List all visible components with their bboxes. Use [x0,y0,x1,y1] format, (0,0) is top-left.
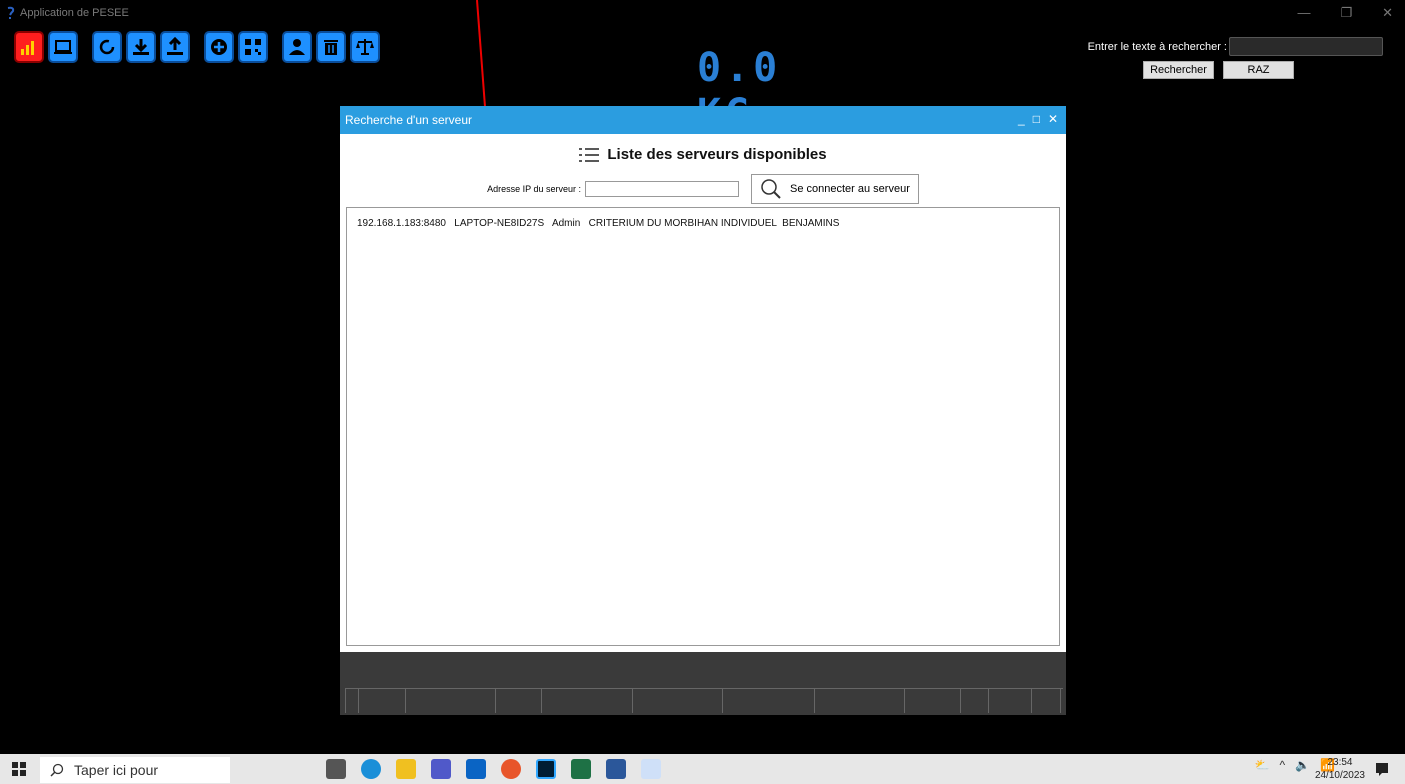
taskbar: Taper ici pour ⛅ ^ 🔈 📶 23:54 24/10/2023 [0,754,1405,784]
dialog-minimize-icon[interactable]: _ [1018,112,1025,126]
refresh-button[interactable] [92,31,122,63]
firefox-icon[interactable] [501,759,521,779]
trash-button[interactable] [316,31,346,63]
reset-button[interactable]: RAZ [1223,61,1294,79]
taskbar-search[interactable]: Taper ici pour [40,757,230,783]
dialog-footer [340,652,1066,715]
taskbar-search-placeholder: Taper ici pour [74,762,159,778]
word-icon[interactable] [606,759,626,779]
app-title: Application de PESEE [20,6,129,19]
teams-icon[interactable] [431,759,451,779]
toolbar [14,31,390,63]
upload-button[interactable] [160,31,190,63]
weight-display: 0.0 KG [697,45,782,137]
laptop-icon [54,40,72,54]
ip-row: Adresse IP du serveur : Se connecter au … [340,174,1066,204]
trash-icon [324,40,338,55]
connect-button[interactable]: Se connecter au serveur [751,174,919,204]
grid-cell [1031,689,1061,713]
grid-cell [960,689,988,713]
footer-grid [345,688,1063,713]
dialog-title: Recherche d'un serveur [345,113,473,127]
dialog-title-bar: Recherche d'un serveur _ □ ✕ [340,106,1066,134]
ip-input[interactable] [585,181,740,197]
list-icon [579,147,600,162]
maximize-button[interactable]: ❐ [1340,5,1352,21]
grid-cell [405,689,495,713]
edge-icon[interactable] [361,759,381,779]
windows-start-icon[interactable] [12,762,26,776]
dialog-close-icon[interactable]: ✕ [1048,112,1058,126]
excel-icon[interactable] [571,759,591,779]
scale-button[interactable] [350,31,380,63]
file-explorer-icon[interactable] [396,759,416,779]
search-label: Entrer le texte à rechercher : [1087,40,1227,53]
dialog-maximize-icon[interactable]: □ [1033,112,1040,126]
search-icon [761,179,781,199]
download-icon [133,39,149,55]
clock[interactable]: 23:54 24/10/2023 [1315,756,1365,782]
weather-icon[interactable]: ⛅ [1255,758,1270,772]
close-button[interactable]: ✕ [1382,5,1393,21]
user-button[interactable] [282,31,312,63]
grid-cell [358,689,405,713]
search-input[interactable] [1229,37,1383,56]
clock-date: 24/10/2023 [1314,770,1365,781]
laptop-button[interactable] [48,31,78,63]
scale-icon [356,39,374,55]
speaker-icon[interactable]: 🔈 [1295,758,1310,772]
refresh-icon [99,39,115,55]
task-view-icon[interactable] [326,759,346,779]
dialog-heading: Liste des serveurs disponibles [340,146,1066,163]
server-search-dialog: Recherche d'un serveur _ □ ✕ Liste des s… [340,106,1066,715]
grid-cell [345,689,358,713]
app-logo-icon [7,6,15,19]
minimize-button[interactable]: — [1297,5,1310,20]
grid-cell [814,689,904,713]
grid-cell [541,689,632,713]
grid-cell [988,689,1031,713]
app-title-bar: Application de PESEE — ❐ ✕ [0,0,1405,25]
grid-cell [632,689,722,713]
clock-time: 23:54 [1327,757,1353,768]
pesee-app-icon[interactable] [641,759,661,779]
chart-button[interactable] [14,31,44,63]
server-list: 192.168.1.183:8480 LAPTOP-NE8ID27S Admin… [346,207,1060,646]
download-button[interactable] [126,31,156,63]
add-icon [211,39,227,55]
chart-icon [21,41,34,55]
user-icon [289,39,305,55]
ip-label: Adresse IP du serveur : [487,184,582,194]
chevron-up-icon[interactable]: ^ [1279,758,1285,772]
qrcode-button[interactable] [238,31,268,63]
add-button[interactable] [204,31,234,63]
search-button[interactable]: Rechercher [1143,61,1214,79]
taskbar-search-icon [50,763,64,777]
search-panel: Entrer le texte à rechercher : Recherche… [1083,37,1383,79]
photoshop-icon[interactable] [536,759,556,779]
grid-cell [904,689,960,713]
grid-cell [722,689,814,713]
qrcode-icon [245,39,261,55]
list-item[interactable]: 192.168.1.183:8480 LAPTOP-NE8ID27S Admin… [347,208,1059,229]
grid-cell [495,689,541,713]
upload-icon [167,37,183,55]
dialog-heading-text: Liste des serveurs disponibles [607,146,827,163]
notifications-icon[interactable] [1375,762,1389,776]
connect-button-label: Se connecter au serveur [790,183,910,195]
mail-icon[interactable] [466,759,486,779]
taskbar-apps [326,759,661,779]
